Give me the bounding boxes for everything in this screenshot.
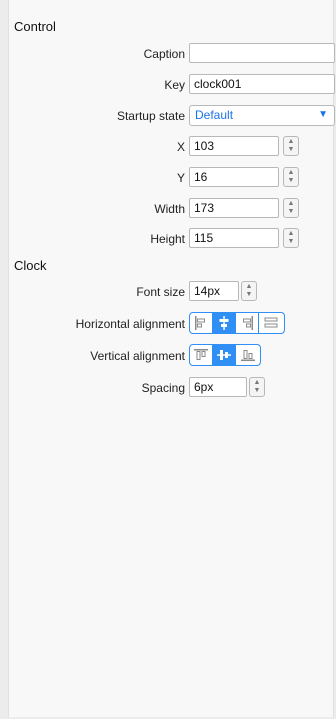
caption-label: Caption	[143, 47, 185, 61]
startup-state-select[interactable]: Default ▼	[189, 105, 335, 126]
caption-input[interactable]	[189, 43, 335, 63]
startup-state-value: Default	[195, 108, 234, 122]
chevron-down-icon: ▼	[318, 109, 328, 120]
width-stepper[interactable]: ▲ ▼	[283, 198, 299, 218]
properties-panel: Control Caption Key Startup state Defaul…	[8, 0, 335, 717]
height-input[interactable]: 115	[189, 228, 279, 248]
horizontal-alignment-label: Horizontal alignment	[75, 317, 185, 331]
font-size-input[interactable]: 14px	[189, 281, 239, 301]
width-input[interactable]: 173	[189, 198, 279, 218]
spacing-stepper[interactable]: ▲ ▼	[249, 377, 265, 397]
align-right-icon[interactable]	[236, 313, 259, 333]
font-size-stepper[interactable]: ▲ ▼	[241, 281, 257, 301]
startup-state-label: Startup state	[116, 109, 185, 123]
key-label: Key	[164, 78, 185, 92]
spacing-input[interactable]: 6px	[189, 377, 247, 397]
section-title-control: Control	[14, 19, 56, 34]
justify-icon[interactable]	[259, 313, 282, 333]
y-stepper[interactable]: ▲ ▼	[283, 167, 299, 187]
width-label: Width	[154, 202, 185, 216]
x-label: X	[176, 140, 185, 154]
align-left-icon[interactable]	[190, 313, 213, 333]
y-input[interactable]: 16	[189, 167, 279, 187]
align-top-icon[interactable]	[190, 345, 213, 365]
key-input[interactable]	[189, 74, 335, 94]
y-label: Y	[176, 171, 185, 185]
align-center-icon[interactable]	[213, 313, 236, 333]
align-middle-icon[interactable]	[213, 345, 236, 365]
align-bottom-icon[interactable]	[236, 345, 259, 365]
vertical-alignment-label: Vertical alignment	[90, 349, 185, 363]
height-label: Height	[150, 232, 185, 246]
section-title-clock: Clock	[14, 258, 47, 273]
vertical-alignment-control	[189, 344, 261, 366]
height-stepper[interactable]: ▲ ▼	[283, 228, 299, 248]
spacing-label: Spacing	[141, 381, 185, 395]
horizontal-alignment-control	[189, 312, 285, 334]
x-stepper[interactable]: ▲ ▼	[283, 136, 299, 156]
font-size-label: Font size	[136, 285, 185, 299]
x-input[interactable]: 103	[189, 136, 279, 156]
